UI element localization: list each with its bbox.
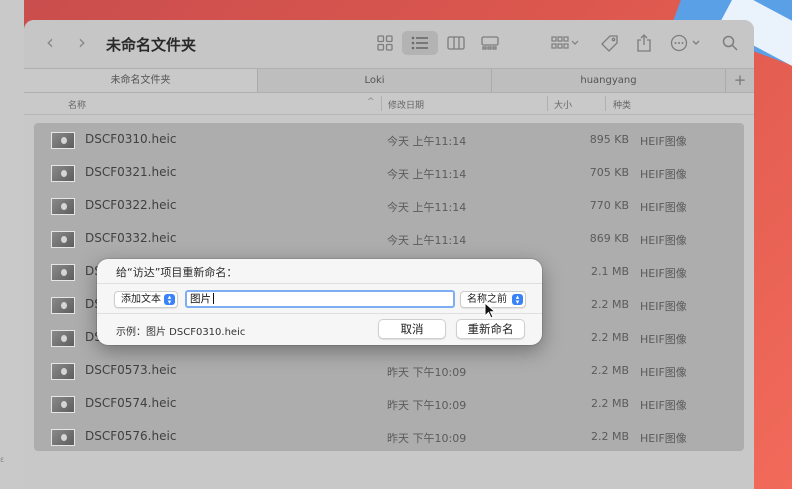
file-name: DSCF0576.heic — [85, 429, 177, 443]
image-thumbnail — [51, 198, 75, 215]
file-date: 今天 上午11:14 — [387, 234, 467, 247]
file-kind: HEIF图像 — [640, 366, 687, 379]
file-size: 705 KB — [589, 166, 629, 179]
table-row[interactable]: DSCF0576.heic 昨天 下午10:09 2.2 MB HEIF图像 — [34, 420, 744, 453]
rename-text-field[interactable]: 图片 — [185, 290, 455, 308]
column-view-icon[interactable] — [445, 33, 467, 53]
column-date[interactable]: 修改日期 — [388, 98, 424, 111]
file-date: 昨天 下午10:09 — [387, 432, 467, 445]
image-thumbnail — [51, 297, 75, 314]
group-icon[interactable] — [549, 33, 583, 53]
column-size[interactable]: 大小 — [554, 98, 572, 111]
icon-view-icon[interactable] — [374, 33, 396, 53]
popup-arrows-icon: ▴ ▾ — [164, 294, 175, 306]
file-size: 2.2 MB — [590, 397, 629, 410]
file-size: 869 KB — [589, 232, 629, 245]
background-window: ε — [0, 0, 24, 489]
share-icon[interactable] — [633, 33, 655, 53]
file-kind: HEIF图像 — [640, 201, 687, 214]
window-title: 未命名文件夹 — [106, 36, 197, 54]
add-tab-icon[interactable]: + — [726, 69, 754, 92]
sort-chevron-icon[interactable]: ^ — [367, 97, 375, 107]
file-kind: HEIF图像 — [640, 399, 687, 412]
rename-text-value: 图片 — [190, 293, 211, 305]
column-kind[interactable]: 种类 — [613, 98, 631, 111]
file-name: DSCF0321.heic — [85, 165, 177, 179]
cancel-button[interactable]: 取消 — [378, 319, 446, 339]
file-size: 770 KB — [589, 199, 629, 212]
file-name: DSCF0573.heic — [85, 363, 177, 377]
dialog-title: 给“访达”项目重新命名： — [116, 266, 238, 279]
file-date: 昨天 下午10:09 — [387, 399, 467, 412]
rename-options-row: 添加文本 ▴ ▾ 图片 名称之前 ▴ ▾ — [97, 283, 542, 314]
file-kind: HEIF图像 — [640, 333, 687, 346]
file-date: 今天 上午11:14 — [387, 201, 467, 214]
image-thumbnail — [51, 396, 75, 413]
file-kind: HEIF图像 — [640, 300, 687, 313]
column-header: 名称 ^ 修改日期 大小 种类 — [24, 93, 754, 115]
more-icon[interactable] — [669, 33, 703, 53]
file-name: DSCF0322.heic — [85, 198, 177, 212]
example-text: 示例：图片 DSCF0310.heic — [116, 327, 246, 338]
gallery-view-icon[interactable] — [479, 33, 501, 53]
image-thumbnail — [51, 231, 75, 248]
file-kind: HEIF图像 — [640, 168, 687, 181]
file-kind: HEIF图像 — [640, 234, 687, 247]
file-kind: HEIF图像 — [640, 432, 687, 445]
search-icon[interactable] — [719, 33, 741, 53]
file-date: 今天 上午11:14 — [387, 168, 467, 181]
rename-dialog: 给“访达”项目重新命名： 添加文本 ▴ ▾ 图片 名称之前 ▴ ▾ 示例：图片 DS… — [97, 259, 542, 345]
tab-bar: 未命名文件夹 Loki huangyang + — [24, 68, 754, 93]
image-thumbnail — [51, 132, 75, 149]
mouse-cursor-icon — [484, 302, 497, 319]
back-icon[interactable]: ‹ — [46, 32, 54, 52]
image-thumbnail — [51, 429, 75, 446]
forward-icon[interactable]: › — [78, 32, 86, 52]
image-thumbnail — [51, 264, 75, 281]
popup-arrows-icon: ▴ ▾ — [512, 294, 523, 306]
tab-loki[interactable]: Loki — [258, 69, 492, 92]
tab-unnamed-folder[interactable]: 未命名文件夹 — [24, 69, 258, 92]
file-kind: HEIF图像 — [640, 135, 687, 148]
tag-icon[interactable] — [599, 33, 621, 53]
file-date: 今天 上午11:14 — [387, 135, 467, 148]
image-thumbnail — [51, 330, 75, 347]
column-name[interactable]: 名称 — [68, 98, 86, 111]
file-size: 2.2 MB — [590, 298, 629, 311]
rename-button[interactable]: 重新命名 — [456, 319, 525, 339]
file-date: 昨天 下午10:09 — [387, 366, 467, 379]
background-window-text: ε — [0, 455, 5, 464]
list-view-icon[interactable] — [402, 31, 438, 55]
table-row[interactable]: DSCF0321.heic 今天 上午11:14 705 KB HEIF图像 — [34, 156, 744, 189]
tab-huangyang[interactable]: huangyang — [492, 69, 726, 92]
action-popup[interactable]: 添加文本 ▴ ▾ — [114, 291, 178, 308]
finder-window: ‹ › 未命名文件夹 未命名文件夹 Loki huangyang + 名称 ^ … — [24, 20, 754, 489]
table-row[interactable]: DSCF0573.heic 昨天 下午10:09 2.2 MB HEIF图像 — [34, 354, 744, 387]
table-row[interactable]: DSCF0332.heic 今天 上午11:14 869 KB HEIF图像 — [34, 222, 744, 255]
file-size: 2.2 MB — [590, 331, 629, 344]
file-kind: HEIF图像 — [640, 267, 687, 280]
file-size: 2.2 MB — [590, 364, 629, 377]
action-popup-label: 添加文本 — [121, 294, 161, 305]
file-size: 2.2 MB — [590, 430, 629, 443]
image-thumbnail — [51, 363, 75, 380]
table-row[interactable]: DSCF0310.heic 今天 上午11:14 895 KB HEIF图像 — [34, 123, 744, 156]
file-name: DSCF0332.heic — [85, 231, 177, 245]
toolbar: ‹ › 未命名文件夹 — [24, 20, 754, 68]
file-name: DSCF0310.heic — [85, 132, 177, 146]
image-thumbnail — [51, 165, 75, 182]
table-row[interactable]: DSCF0322.heic 今天 上午11:14 770 KB HEIF图像 — [34, 189, 744, 222]
file-size: 895 KB — [589, 133, 629, 146]
table-row[interactable]: DSCF0574.heic 昨天 下午10:09 2.2 MB HEIF图像 — [34, 387, 744, 420]
text-caret — [213, 293, 214, 304]
file-name: DSCF0574.heic — [85, 396, 177, 410]
file-size: 2.1 MB — [590, 265, 629, 278]
